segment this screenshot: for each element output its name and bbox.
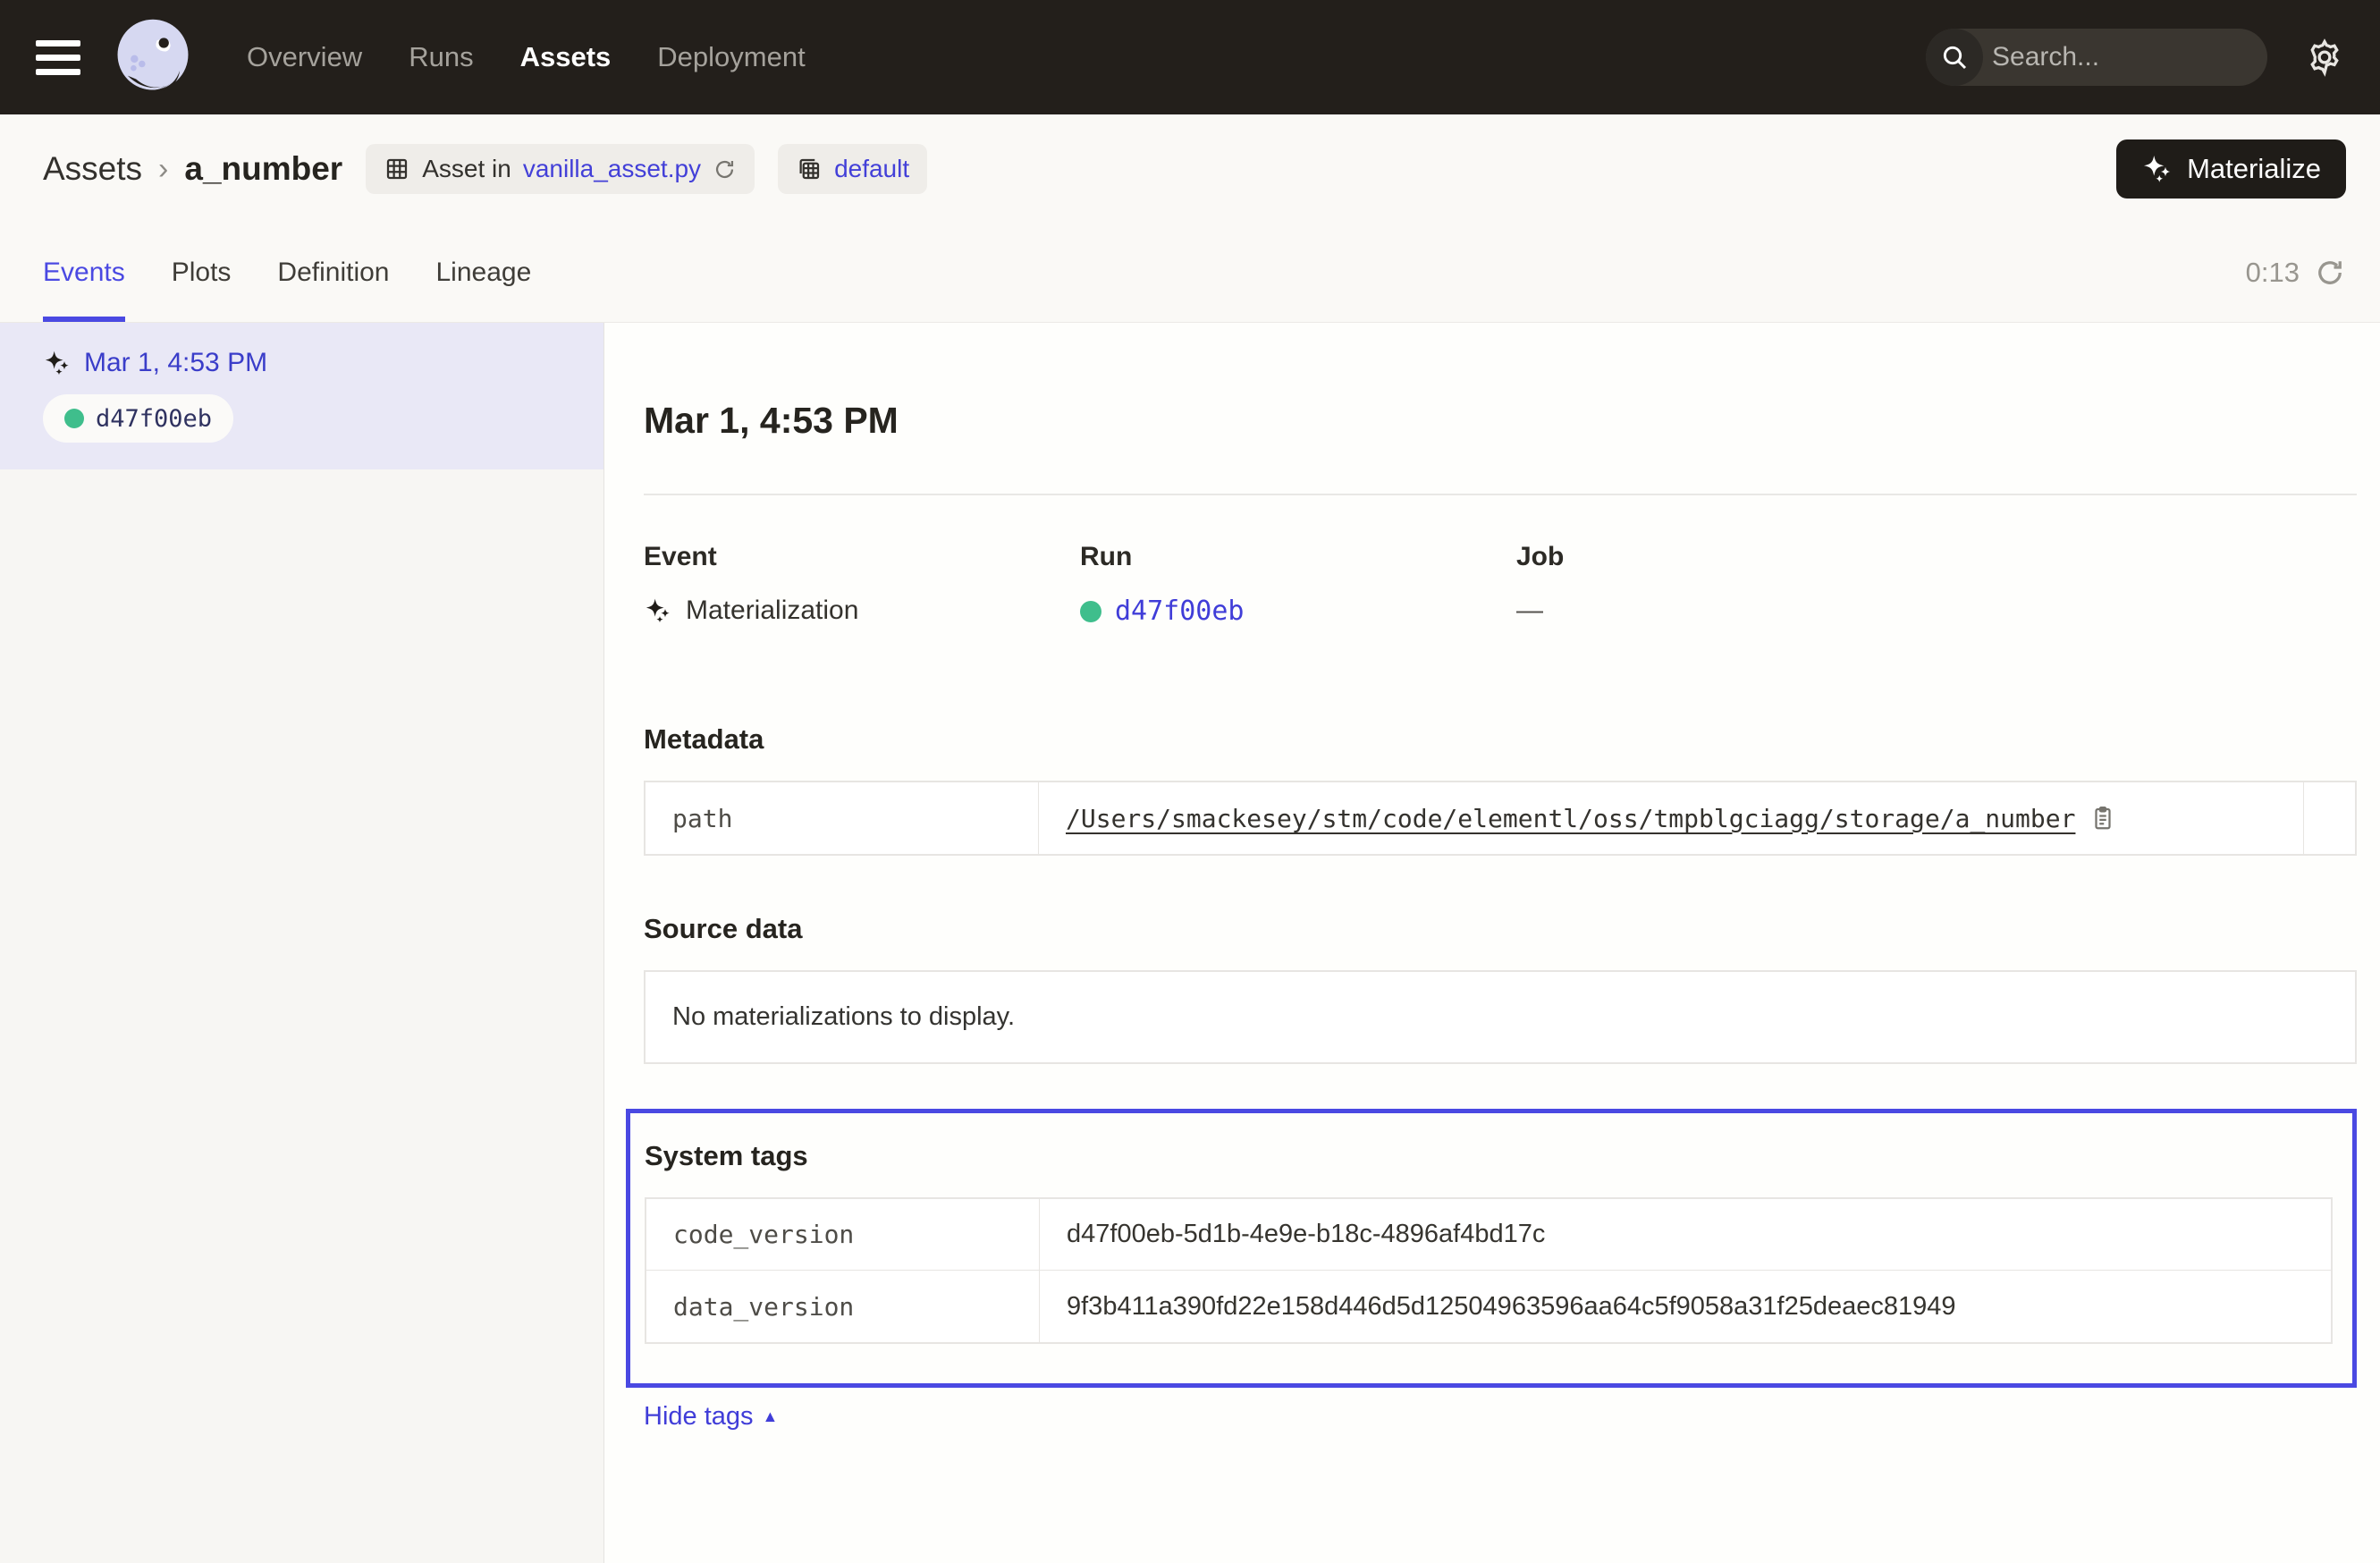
materialize-button[interactable]: Materialize [2116, 139, 2346, 199]
tab-events[interactable]: Events [43, 224, 125, 322]
tag-key: code_version [646, 1199, 1040, 1270]
refresh-timer: 0:13 [2246, 257, 2300, 289]
tag-value: d47f00eb-5d1b-4e9e-b18c-4896af4bd17c [1067, 1220, 1545, 1249]
breadcrumb-row: Assets › a_number Asset in vanilla_asset… [0, 114, 2380, 224]
job-column: Job — [1516, 542, 1953, 627]
search-icon [1926, 29, 1983, 86]
asset-definition-chip[interactable]: Asset in vanilla_asset.py [366, 144, 755, 194]
asset-tabs: Events Plots Definition Lineage [43, 224, 531, 322]
job-column-label: Job [1516, 542, 1953, 572]
event-list-item-selected[interactable]: Mar 1, 4:53 PM d47f00eb [0, 323, 603, 469]
event-type-value: Materialization [686, 596, 858, 626]
tag-key: data_version [646, 1271, 1040, 1342]
system-tags-highlight-box: System tags code_version d47f00eb-5d1b-4… [626, 1109, 2357, 1388]
reload-definition-icon[interactable] [713, 157, 737, 182]
event-detail-panel: Mar 1, 4:53 PM Event Materialization Run [604, 323, 2380, 1563]
hide-tags-label: Hide tags [644, 1402, 754, 1432]
metadata-table: path /Users/smackesey/stm/code/elementl/… [644, 781, 2357, 856]
asset-file-link[interactable]: vanilla_asset.py [523, 155, 701, 183]
run-id-link[interactable]: d47f00eb [1115, 596, 1245, 627]
code-location-icon [796, 156, 823, 182]
materialization-sparkle-icon [43, 349, 72, 377]
event-column: Event Materialization [644, 542, 1080, 627]
tag-value: 9f3b411a390fd22e158d446d5d12504963596aa6… [1067, 1292, 1956, 1322]
source-data-empty-message: No materializations to display. [644, 970, 2357, 1064]
run-status-dot [1080, 601, 1101, 622]
global-search[interactable]: / [1926, 29, 2267, 86]
metadata-heading: Metadata [644, 723, 2357, 756]
content-area: Mar 1, 4:53 PM d47f00eb Mar 1, 4:53 PM E… [0, 322, 2380, 1563]
job-empty-value: — [1516, 596, 1543, 626]
refresh-status: 0:13 [2246, 257, 2346, 289]
search-input[interactable] [1983, 42, 2267, 72]
sparkle-icon [2141, 153, 2173, 185]
run-id-badge[interactable]: d47f00eb [43, 394, 233, 443]
metadata-section: Metadata path /Users/smackesey/stm/code/… [644, 723, 2357, 856]
tab-definition[interactable]: Definition [277, 224, 389, 322]
caret-up-icon: ▲ [763, 1407, 779, 1426]
materialize-label: Materialize [2187, 153, 2321, 185]
event-summary-columns: Event Materialization Run d47f00eb [644, 542, 2357, 627]
table-row: code_version d47f00eb-5d1b-4e9e-b18c-489… [646, 1199, 2331, 1271]
event-list-sidebar: Mar 1, 4:53 PM d47f00eb [0, 323, 604, 1563]
materialization-sparkle-icon [644, 596, 672, 625]
primary-nav: Overview Runs Assets Deployment [247, 41, 806, 73]
breadcrumb-separator: › [158, 152, 168, 187]
hide-tags-link[interactable]: Hide tags ▲ [644, 1402, 778, 1432]
run-status-dot [64, 409, 84, 428]
nav-item-overview[interactable]: Overview [247, 41, 362, 73]
nav-item-assets[interactable]: Assets [520, 41, 612, 73]
event-detail-heading: Mar 1, 4:53 PM [644, 400, 2357, 442]
page-title: a_number [184, 150, 342, 188]
detail-divider [644, 494, 2357, 495]
refresh-icon[interactable] [2314, 257, 2346, 289]
table-row: data_version 9f3b411a390fd22e158d446d5d1… [646, 1271, 2331, 1342]
nav-item-deployment[interactable]: Deployment [657, 41, 805, 73]
copy-path-icon[interactable] [2089, 805, 2116, 832]
run-column: Run d47f00eb [1080, 542, 1516, 627]
tabs-row: Events Plots Definition Lineage 0:13 [0, 224, 2380, 322]
code-location-link[interactable]: default [834, 155, 909, 183]
metadata-path-link[interactable]: /Users/smackesey/stm/code/elementl/oss/t… [1066, 804, 2075, 833]
table-row: path /Users/smackesey/stm/code/elementl/… [646, 782, 2355, 854]
run-column-label: Run [1080, 542, 1516, 572]
source-data-section: Source data No materializations to displ… [644, 913, 2357, 1064]
source-data-heading: Source data [644, 913, 2357, 945]
asset-grid-icon [384, 156, 410, 182]
run-id-label: d47f00eb [96, 405, 212, 433]
metadata-actions-cell [2303, 782, 2355, 854]
settings-gear-icon[interactable] [2305, 38, 2344, 77]
tab-lineage[interactable]: Lineage [436, 224, 532, 322]
dagster-logo-icon[interactable] [111, 15, 195, 99]
nav-item-runs[interactable]: Runs [409, 41, 473, 73]
hamburger-menu-icon[interactable] [36, 40, 80, 75]
code-location-chip[interactable]: default [778, 144, 927, 194]
asset-chip-prefix: Asset in [422, 155, 511, 183]
top-nav: Overview Runs Assets Deployment / [0, 0, 2380, 114]
event-timestamp[interactable]: Mar 1, 4:53 PM [84, 348, 267, 378]
breadcrumb-assets-link[interactable]: Assets [43, 150, 142, 188]
system-tags-heading: System tags [645, 1140, 2333, 1172]
metadata-key: path [646, 782, 1039, 854]
system-tags-table: code_version d47f00eb-5d1b-4e9e-b18c-489… [645, 1197, 2333, 1344]
event-column-label: Event [644, 542, 1080, 572]
tab-plots[interactable]: Plots [172, 224, 232, 322]
